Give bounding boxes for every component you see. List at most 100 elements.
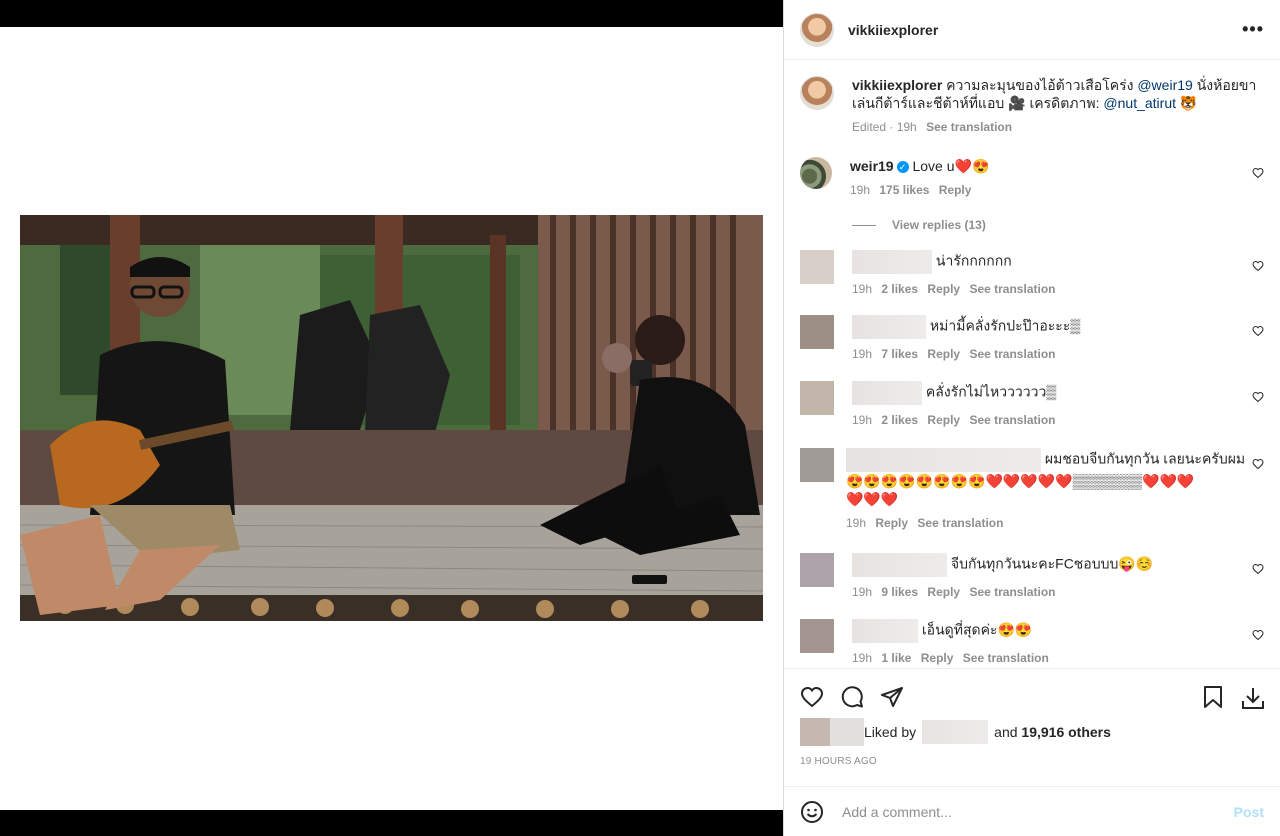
reply-button[interactable]: Reply bbox=[927, 347, 960, 361]
comment-item: weir19 ✓ Love u❤️😍 19h 175 likes Reply bbox=[800, 157, 1264, 199]
comment-likes[interactable]: 2 likes bbox=[881, 413, 918, 427]
comment-time: 19h bbox=[852, 282, 873, 296]
mention-link[interactable]: @weir19 bbox=[1137, 77, 1192, 93]
see-translation-link[interactable]: See translation bbox=[926, 120, 1012, 134]
likes-summary: Liked by and 19,916 others bbox=[800, 718, 1111, 746]
avatar[interactable] bbox=[800, 448, 834, 482]
comment-likes[interactable]: 7 likes bbox=[881, 347, 918, 361]
caption-emoji: 🐯 bbox=[1179, 95, 1198, 111]
blurred-username bbox=[922, 720, 989, 744]
see-translation-link[interactable]: See translation bbox=[963, 651, 1049, 665]
more-horizontal-icon[interactable]: ••• bbox=[1242, 19, 1264, 40]
avatar[interactable] bbox=[800, 12, 834, 47]
avatar[interactable] bbox=[800, 381, 834, 415]
reply-button[interactable]: Reply bbox=[939, 183, 972, 197]
comment-item: เอ็นดูที่สุดค่ะ😍😍 19h 1 like Reply See t… bbox=[800, 619, 1264, 667]
divider bbox=[852, 224, 876, 226]
avatar[interactable] bbox=[800, 553, 834, 587]
caption-edited: Edited · 19h bbox=[852, 120, 917, 134]
comment-item: ผมชอบจีบกันทุกวัน เลยนะครับผม 😍😍😍😍😍😍😍😍❤️… bbox=[800, 448, 1264, 532]
heart-icon[interactable] bbox=[1252, 167, 1264, 179]
post-actions bbox=[784, 668, 1280, 719]
smiley-icon[interactable] bbox=[800, 800, 824, 824]
media-bottom-bar bbox=[0, 810, 783, 836]
heart-icon[interactable] bbox=[1252, 260, 1264, 272]
caption-username[interactable]: vikkiiexplorer bbox=[852, 77, 942, 93]
avatar[interactable] bbox=[830, 718, 864, 746]
comment-icon[interactable] bbox=[840, 685, 864, 709]
see-translation-link[interactable]: See translation bbox=[969, 585, 1055, 599]
download-icon[interactable] bbox=[1240, 685, 1266, 711]
comment-text: จีบกันทุกวันนะคะFCชอบบบ😜☺️ bbox=[950, 555, 1154, 572]
avatar[interactable] bbox=[800, 250, 834, 284]
bookmark-icon[interactable] bbox=[1202, 685, 1224, 709]
comment-text: หม่ามี้คลั่งรักปะป๊าอะะะ▒ bbox=[929, 317, 1081, 334]
reply-button[interactable]: Reply bbox=[921, 651, 954, 665]
avatar[interactable] bbox=[800, 718, 830, 746]
see-translation-link[interactable]: See translation bbox=[969, 347, 1055, 361]
blurred-username bbox=[852, 619, 918, 643]
comment-item: จีบกันทุกวันนะคะFCชอบบบ😜☺️ 19h 9 likes R… bbox=[800, 553, 1264, 601]
see-translation-link[interactable]: See translation bbox=[969, 282, 1055, 296]
comment-text: ❤️❤️❤️ bbox=[846, 491, 899, 507]
view-replies-button[interactable]: View replies (13) bbox=[852, 218, 986, 232]
post-caption: vikkiiexplorer ความละมุนของไอ้ต้าวเสือโค… bbox=[784, 60, 1280, 136]
heart-icon[interactable] bbox=[800, 685, 824, 709]
heart-icon[interactable] bbox=[1252, 629, 1264, 641]
heart-icon[interactable] bbox=[1252, 391, 1264, 403]
heart-icon[interactable] bbox=[1252, 325, 1264, 337]
comment-likes[interactable]: 1 like bbox=[881, 651, 911, 665]
post-button[interactable]: Post bbox=[1234, 804, 1264, 820]
comment-item: คลั่งรักไม่ไหวววววว▒ 19h 2 likes Reply S… bbox=[800, 381, 1264, 429]
blurred-username bbox=[852, 250, 932, 274]
avatar[interactable] bbox=[800, 619, 834, 653]
liked-by-label: Liked by bbox=[864, 724, 917, 740]
reply-button[interactable]: Reply bbox=[875, 516, 908, 530]
reply-button[interactable]: Reply bbox=[927, 413, 960, 427]
share-icon[interactable] bbox=[880, 685, 904, 709]
blurred-username bbox=[852, 553, 947, 577]
post-username[interactable]: vikkiiexplorer bbox=[848, 22, 938, 38]
comment-time: 19h bbox=[846, 516, 867, 530]
post-timestamp: 19 HOURS AGO bbox=[800, 756, 877, 767]
media-area bbox=[0, 27, 783, 810]
comment-time: 19h bbox=[852, 413, 873, 427]
comment-time: 19h bbox=[850, 183, 871, 197]
verified-badge-icon: ✓ bbox=[896, 161, 909, 174]
likes-count[interactable]: 19,916 others bbox=[1021, 724, 1111, 740]
comment-input[interactable] bbox=[840, 802, 1234, 821]
comment-text: น่ารักกกกกก bbox=[935, 252, 1012, 269]
post-photo[interactable] bbox=[20, 215, 763, 621]
blurred-username bbox=[846, 448, 1041, 472]
caption-text: เล่นกีต้าร์และชีต้าห์ที่แอบ 🎥 เครดิตภาพ: bbox=[852, 95, 1100, 111]
reply-button[interactable]: Reply bbox=[927, 585, 960, 599]
caption-text: ความละมุนของไอ้ต้าวเสือโคร่ง bbox=[946, 77, 1134, 93]
likes-and: and bbox=[994, 724, 1018, 740]
comment-text: เอ็นดูที่สุดค่ะ😍😍 bbox=[921, 621, 1033, 638]
blurred-username bbox=[852, 381, 922, 405]
comment-text: ผมชอบจีบกันทุกวัน เลยนะครับผม bbox=[1044, 450, 1246, 467]
comment-time: 19h bbox=[852, 651, 873, 665]
comment-likes[interactable]: 9 likes bbox=[881, 585, 918, 599]
see-translation-link[interactable]: See translation bbox=[969, 413, 1055, 427]
reply-button[interactable]: Reply bbox=[927, 282, 960, 296]
avatar[interactable] bbox=[800, 315, 834, 349]
comment-text: 😍😍😍😍😍😍😍😍❤️❤️❤️❤️❤️▒▒▒▒▒▒▒❤️❤️❤️ bbox=[846, 473, 1195, 489]
comment-time: 19h bbox=[852, 347, 873, 361]
blurred-username bbox=[852, 315, 926, 339]
mention-link[interactable]: @nut_atirut bbox=[1103, 95, 1176, 111]
avatar[interactable] bbox=[800, 157, 832, 189]
avatar[interactable] bbox=[800, 76, 834, 110]
caption-text: นั่งห้อยขา bbox=[1196, 77, 1257, 93]
see-translation-link[interactable]: See translation bbox=[917, 516, 1003, 530]
media-top-bar bbox=[0, 0, 783, 27]
comment-item: หม่ามี้คลั่งรักปะป๊าอะะะ▒ 19h 7 likes Re… bbox=[800, 315, 1264, 363]
comment-likes[interactable]: 2 likes bbox=[881, 282, 918, 296]
comment-time: 19h bbox=[852, 585, 873, 599]
heart-icon[interactable] bbox=[1252, 458, 1264, 470]
post-side-panel: vikkiiexplorer ••• vikkiiexplorer ความละ… bbox=[783, 0, 1280, 836]
comment-item: น่ารักกกกกก 19h 2 likes Reply See transl… bbox=[800, 250, 1264, 298]
comment-likes[interactable]: 175 likes bbox=[879, 183, 929, 197]
heart-icon[interactable] bbox=[1252, 563, 1264, 575]
comment-username[interactable]: weir19 bbox=[850, 158, 894, 174]
